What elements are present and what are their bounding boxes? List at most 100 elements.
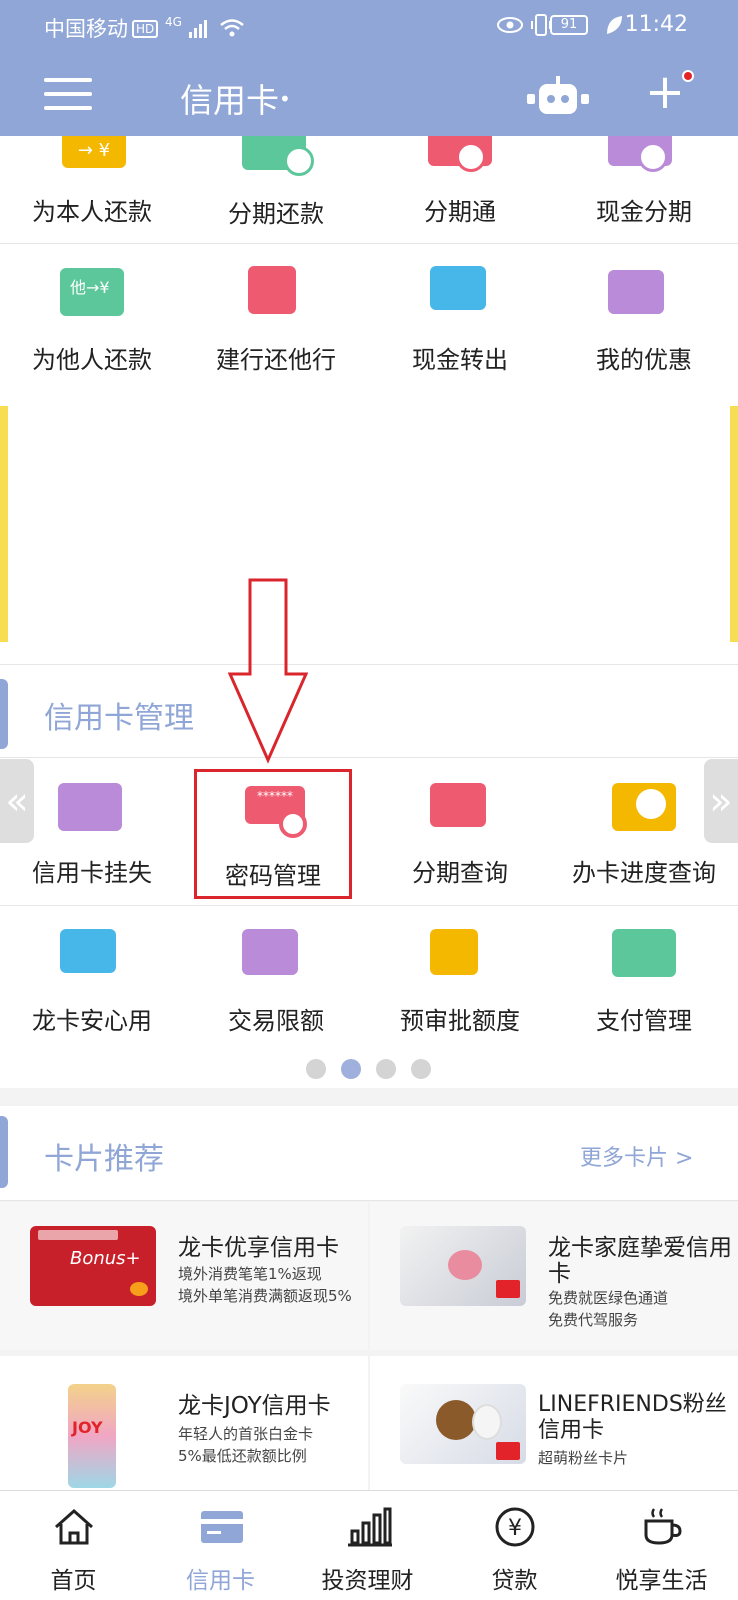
card-management-section: 信用卡管理 « » 信用卡挂失 ****** 密码管理 分期查询 办卡进度查询 …: [0, 664, 738, 1088]
cash-transfer-icon: [430, 266, 486, 310]
quick-action-installment-pass[interactable]: 分期通: [368, 136, 552, 244]
card-image-text: Bonus+: [70, 1248, 141, 1269]
card-mgmt-label: 密码管理: [225, 862, 321, 890]
card-item[interactable]: LINEFRIENDS粉丝 信用卡 超萌粉丝卡片: [370, 1356, 738, 1490]
nav-loan[interactable]: ¥ 贷款: [441, 1491, 588, 1600]
card-mgmt-progress[interactable]: 办卡进度查询: [552, 759, 736, 905]
nav-credit-card[interactable]: 信用卡: [147, 1491, 294, 1600]
card-name-line2: 信用卡: [538, 1418, 605, 1443]
card-mgmt-payment[interactable]: 支付管理: [552, 905, 736, 1035]
clock-badge: [638, 142, 668, 172]
nav-home[interactable]: 首页: [0, 1491, 147, 1600]
heart-graphic-icon: [448, 1250, 482, 1280]
card-desc: 5%最低还款额比例: [178, 1447, 307, 1465]
pager-dot[interactable]: [411, 1059, 431, 1079]
card-mgmt-pre-approval[interactable]: 预审批额度: [368, 905, 552, 1035]
clock: 11:42: [624, 12, 688, 37]
banner-edge-left: [0, 406, 8, 642]
card-recommend-header: 卡片推荐 更多卡片 >: [0, 1106, 738, 1200]
gear-icon: [279, 810, 307, 838]
quick-action-my-coupons[interactable]: 我的优惠: [552, 244, 736, 388]
clock-badge: [284, 146, 314, 176]
card-image: JOY: [68, 1384, 116, 1488]
banner-area[interactable]: [0, 388, 738, 664]
installment-query-icon: [430, 783, 486, 827]
clock-badge: [456, 142, 486, 172]
card-desc: 境外单笔消费满额返现5%: [178, 1287, 352, 1305]
card-mgmt-secure-use[interactable]: 龙卡安心用: [0, 905, 184, 1035]
card-mgmt-label: 龙卡安心用: [32, 1007, 152, 1035]
battery-indicator: 91: [550, 15, 588, 35]
clock-badge: [636, 789, 666, 819]
unionpay-logo-icon: [496, 1280, 520, 1298]
status-bar: 中国移动 HD 4G 91 11:42: [0, 0, 738, 52]
robot-assistant-icon[interactable]: [525, 74, 591, 118]
app-screen: 中国移动 HD 4G 91 11:42 信用卡• + → ¥ 为本人还款 分期还…: [0, 0, 738, 1600]
hd-badge: HD: [132, 20, 159, 38]
card-item[interactable]: JOY 龙卡JOY信用卡 年轻人的首张白金卡 5%最低还款额比例: [0, 1356, 368, 1490]
carrier-label: 中国移动 HD 4G: [44, 13, 245, 43]
pager-dot[interactable]: [376, 1059, 396, 1079]
pager-dot[interactable]: [306, 1059, 326, 1079]
card-name-line2: 卡: [548, 1261, 571, 1287]
quick-action-label: 我的优惠: [596, 346, 692, 374]
bottom-nav: 首页 信用卡 投资理财 ¥ 贷款 悦享生活: [0, 1490, 738, 1600]
section-title: 信用卡管理: [44, 701, 194, 736]
card-mgmt-installment-query[interactable]: 分期查询: [368, 759, 552, 905]
card-image: [400, 1226, 526, 1306]
brown-bear-icon: [436, 1400, 476, 1440]
bank-logo-strip: [38, 1230, 118, 1240]
nav-lifestyle[interactable]: 悦享生活: [588, 1491, 735, 1600]
card-desc: 超萌粉丝卡片: [538, 1449, 629, 1467]
more-cards-link[interactable]: 更多卡片 >: [580, 1140, 693, 1172]
quick-action-label: 建行还他行: [216, 346, 336, 374]
card-image-text: JOY: [72, 1418, 103, 1437]
pre-approval-icon: [430, 929, 478, 975]
pager-dot-active[interactable]: [341, 1059, 361, 1079]
section-title: 卡片推荐: [44, 1142, 164, 1177]
card-desc: 境外消费笔笔1%返现: [178, 1265, 322, 1283]
card-mgmt-label: 分期查询: [412, 859, 508, 887]
home-icon: [55, 1508, 93, 1545]
coffee-cup-icon: [644, 1508, 682, 1545]
quick-action-cash-installment[interactable]: 现金分期: [552, 136, 736, 244]
section-accent: [0, 1116, 8, 1188]
card-name: 龙卡家庭挚爱信用: [548, 1235, 732, 1261]
card-image: [400, 1384, 526, 1464]
quick-action-installment-repay[interactable]: 分期还款: [184, 136, 368, 244]
nav-label: 投资理财: [321, 1568, 414, 1594]
app-header: 中国移动 HD 4G 91 11:42 信用卡• +: [0, 0, 738, 136]
top-bar: 信用卡• +: [0, 60, 738, 136]
carrier-name: 中国移动: [44, 17, 128, 41]
card-mgmt-label: 支付管理: [596, 1007, 692, 1035]
quick-actions-row1: → ¥ 为本人还款 分期还款 分期通 现金分期: [0, 136, 738, 244]
svg-text:¥: ¥: [508, 1516, 522, 1541]
card-mgmt-label: 信用卡挂失: [32, 859, 152, 887]
quick-action-cash-transfer[interactable]: 现金转出: [368, 244, 552, 388]
card-desc: 免费代驾服务: [548, 1311, 639, 1329]
page-title-text: 信用卡: [180, 81, 279, 120]
cross-bank-repay-icon: [248, 266, 296, 314]
card-mgmt-transaction-limit[interactable]: 交易限额: [184, 905, 368, 1035]
quick-action-label: 为本人还款: [32, 198, 152, 226]
quick-action-repay-others[interactable]: 他→¥ 为他人还款: [0, 244, 184, 388]
quick-action-label: 分期还款: [228, 200, 324, 228]
card-mgmt-password[interactable]: ****** 密码管理: [194, 769, 352, 899]
quick-action-cross-bank[interactable]: 建行还他行: [184, 244, 368, 388]
credit-card-icon: [201, 1511, 243, 1543]
card-item[interactable]: Bonus+ 龙卡优享信用卡 境外消费笔笔1%返现 境外单笔消费满额返现5%: [0, 1202, 368, 1350]
menu-button[interactable]: [44, 78, 92, 116]
quick-action-label: 分期通: [424, 198, 496, 226]
card-lost-icon: [58, 783, 122, 831]
nav-investment[interactable]: 投资理财: [294, 1491, 441, 1600]
add-button[interactable]: +: [643, 68, 687, 120]
banner-edge-right: [730, 406, 738, 642]
card-mgmt-report-lost[interactable]: 信用卡挂失: [0, 759, 184, 905]
quick-action-repay-self[interactable]: → ¥ 为本人还款: [0, 136, 184, 244]
card-mgmt-label: 办卡进度查询: [572, 859, 716, 887]
repay-others-icon: 他→¥: [60, 268, 124, 316]
nav-label: 首页: [50, 1568, 97, 1594]
vibrate-icon: [531, 14, 551, 36]
card-item[interactable]: 龙卡家庭挚爱信用 卡 免费就医绿色通道 免费代驾服务: [370, 1202, 738, 1350]
page-title: 信用卡•: [180, 74, 291, 122]
